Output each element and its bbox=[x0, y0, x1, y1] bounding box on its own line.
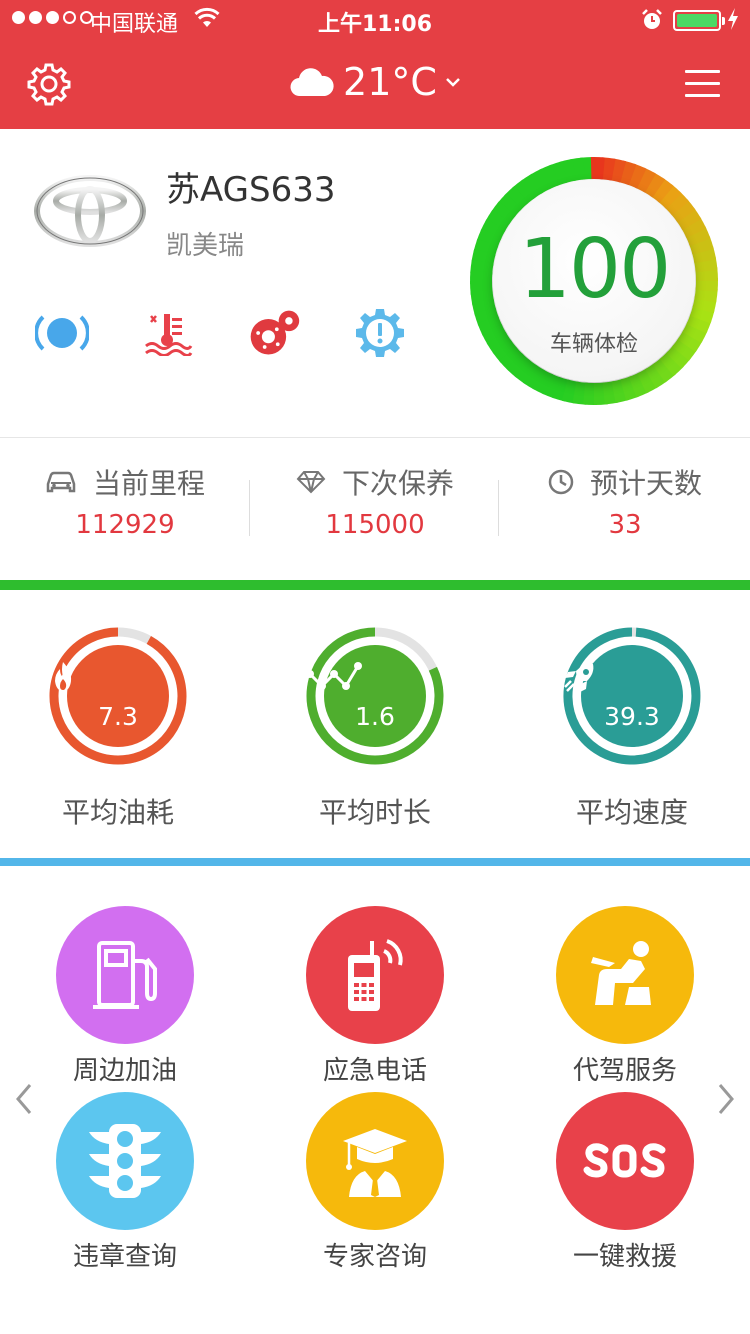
services-grid: 周边加油 应急电话 代驾服务 违章查询 专家咨询 一键救援 bbox=[0, 866, 750, 1334]
menu-button[interactable] bbox=[685, 70, 720, 106]
service-label: 周边加油 bbox=[72, 1056, 177, 1086]
line-chart-icon bbox=[306, 662, 362, 690]
flame-icon bbox=[55, 662, 72, 692]
car-icon bbox=[46, 471, 76, 493]
service-icon-circle bbox=[306, 906, 444, 1044]
hamburger-icon bbox=[685, 70, 720, 73]
maintenance-stats: 当前里程 112929 下次保养 115000 预计天数 33 bbox=[0, 438, 750, 580]
service-icon-circle bbox=[56, 1092, 194, 1230]
metric-label: 平均时长 bbox=[318, 796, 431, 829]
divider bbox=[498, 480, 499, 536]
service-icon-circle bbox=[556, 1092, 694, 1230]
rocket-icon bbox=[564, 663, 594, 692]
metric-ring bbox=[49, 627, 187, 765]
charging-icon bbox=[728, 8, 738, 30]
stat-estimated-days[interactable]: 预计天数 33 bbox=[500, 464, 750, 540]
service-icon-circle bbox=[306, 1092, 444, 1230]
sos-icon bbox=[583, 1143, 666, 1178]
metric-ring bbox=[563, 627, 701, 765]
cloud-icon bbox=[290, 68, 334, 97]
driving-metrics: 7.3 平均油耗 1.6 平均时长 39.3 平均速度 bbox=[0, 590, 750, 858]
service-designated-driver[interactable]: 代驾服务 bbox=[500, 906, 750, 1087]
service-emergency-call[interactable]: 应急电话 bbox=[250, 906, 500, 1087]
service-nearby-gas[interactable]: 周边加油 bbox=[0, 906, 250, 1087]
stat-value: 112929 bbox=[75, 510, 175, 540]
metric-label: 平均油耗 bbox=[61, 796, 174, 829]
section-divider-blue bbox=[0, 858, 750, 866]
section-divider-green bbox=[0, 580, 750, 590]
diamond-icon bbox=[296, 471, 326, 494]
service-label: 一键救援 bbox=[572, 1242, 677, 1272]
graduate-icon bbox=[343, 1129, 407, 1197]
metric-average-duration[interactable]: 1.6 平均时长 bbox=[305, 626, 445, 829]
stat-value: 115000 bbox=[325, 510, 425, 540]
service-label: 应急电话 bbox=[322, 1056, 427, 1086]
phone-icon bbox=[348, 939, 403, 1011]
traffic-light-icon bbox=[89, 1124, 161, 1198]
stat-label: 预计天数 bbox=[589, 467, 702, 500]
brake-warning-icon bbox=[34, 305, 90, 361]
score-value: 100 bbox=[518, 222, 672, 317]
coolant-temperature-icon bbox=[140, 305, 196, 361]
service-violation-query[interactable]: 违章查询 bbox=[0, 1092, 250, 1273]
weather-display[interactable]: 21°C bbox=[0, 60, 750, 104]
stat-label: 下次保养 bbox=[341, 467, 454, 500]
stat-mileage[interactable]: 当前里程 112929 bbox=[0, 464, 250, 540]
metric-value: 1.6 bbox=[355, 702, 395, 731]
stat-label: 当前里程 bbox=[92, 467, 205, 500]
nav-bar: 21°C bbox=[0, 40, 750, 129]
car-info-card[interactable]: 苏AGS633 凯美瑞 100 车辆体检 bbox=[0, 129, 750, 438]
stat-value: 33 bbox=[608, 510, 642, 540]
temperature: 21°C bbox=[343, 60, 437, 104]
status-time: 上午11:06 bbox=[317, 12, 433, 37]
metric-ring bbox=[306, 627, 444, 765]
service-sos-rescue[interactable]: 一键救援 bbox=[500, 1092, 750, 1273]
service-label: 代驾服务 bbox=[572, 1056, 677, 1086]
stat-next-maintenance[interactable]: 下次保养 115000 bbox=[250, 464, 500, 540]
alarm-icon bbox=[642, 9, 662, 29]
engine-warning-gear-icon bbox=[352, 305, 408, 361]
license-plate: 苏AGS633 bbox=[166, 170, 336, 210]
service-icon-circle bbox=[56, 906, 194, 1044]
service-icon-circle bbox=[556, 906, 694, 1044]
service-label: 违章查询 bbox=[72, 1242, 177, 1272]
status-bar: 中国联通 上午11:06 bbox=[0, 0, 750, 40]
chevron-down-icon bbox=[446, 78, 460, 87]
metric-average-speed[interactable]: 39.3 平均速度 bbox=[562, 626, 702, 829]
clock-icon bbox=[548, 469, 574, 495]
metric-fuel-consumption[interactable]: 7.3 平均油耗 bbox=[48, 626, 188, 829]
car-model: 凯美瑞 bbox=[166, 231, 245, 261]
metric-value: 7.3 bbox=[98, 702, 138, 731]
battery-icon bbox=[673, 10, 725, 31]
warning-indicators bbox=[34, 305, 408, 361]
vehicle-health-score[interactable]: 100 车辆体检 bbox=[469, 156, 719, 406]
metric-value: 39.3 bbox=[604, 702, 660, 731]
brake-disc-icon bbox=[246, 305, 302, 361]
score-label: 车辆体检 bbox=[549, 332, 638, 357]
metric-label: 平均速度 bbox=[575, 796, 688, 829]
service-expert-consult[interactable]: 专家咨询 bbox=[250, 1092, 500, 1273]
gas-pump-icon bbox=[93, 941, 157, 1009]
service-label: 专家咨询 bbox=[322, 1242, 427, 1272]
toyota-logo bbox=[34, 175, 146, 247]
driver-seat-icon bbox=[591, 941, 651, 1005]
